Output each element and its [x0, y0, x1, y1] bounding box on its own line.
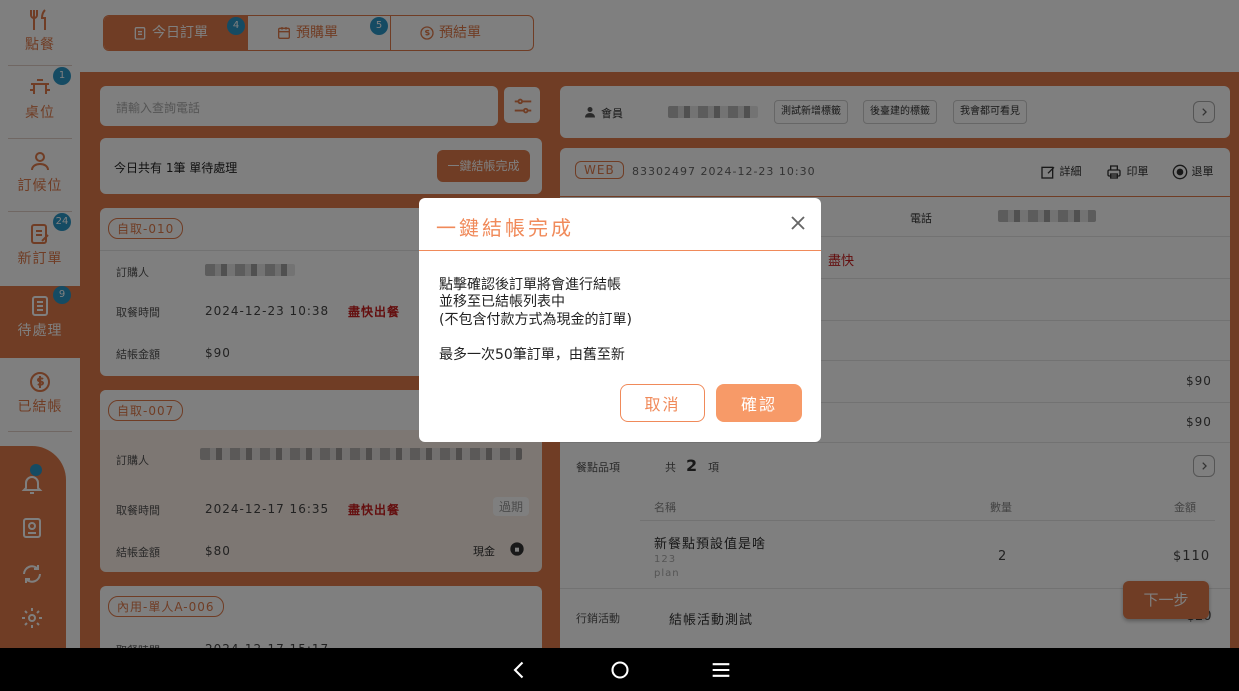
recent-apps-icon[interactable] — [710, 660, 732, 680]
cancel-button[interactable]: 取消 — [620, 384, 705, 422]
home-icon[interactable] — [610, 660, 630, 680]
system-nav-bar — [0, 648, 1239, 691]
checkout-confirm-dialog: 一鍵結帳完成 點擊確認後訂單將會進行結帳 並移至已結帳列表中 (不包含付款方式為… — [419, 198, 821, 442]
dialog-message-line: 並移至已結帳列表中 — [439, 294, 565, 310]
dialog-message-line: (不包含付款方式為現金的訂單) — [439, 312, 632, 328]
dialog-title: 一鍵結帳完成 — [436, 216, 574, 240]
dialog-limit-note: 最多一次50筆訂單，由舊至新 — [439, 347, 625, 363]
back-icon[interactable] — [510, 660, 530, 680]
confirm-button[interactable]: 確認 — [716, 384, 802, 422]
dialog-message-line: 點擊確認後訂單將會進行結帳 — [439, 277, 621, 293]
close-icon[interactable] — [789, 214, 807, 232]
